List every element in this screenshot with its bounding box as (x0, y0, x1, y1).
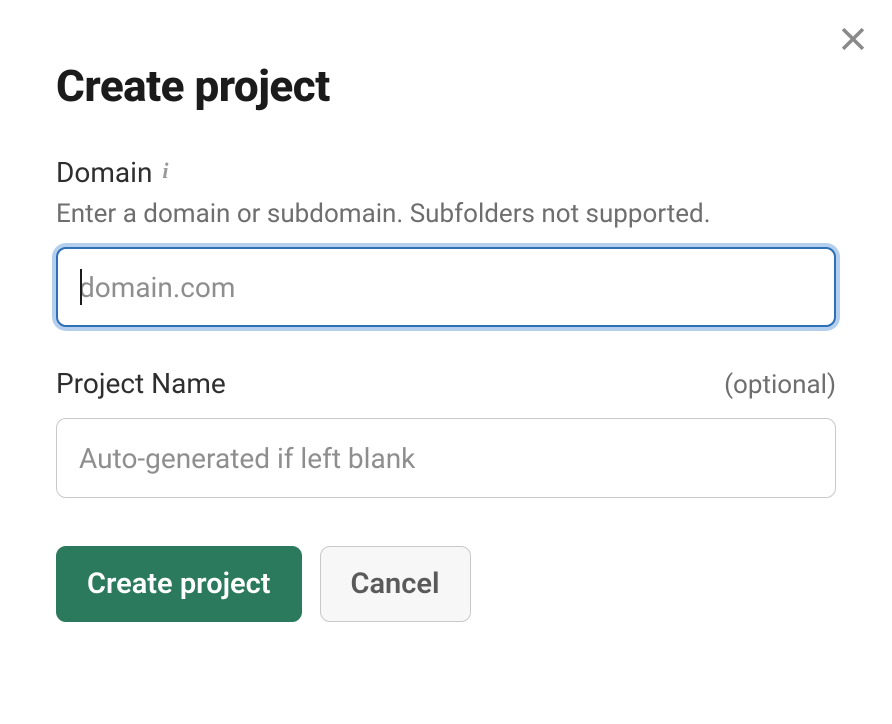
button-row: Create project Cancel (56, 546, 836, 622)
domain-label-text: Domain (56, 156, 152, 189)
domain-group: Domain i Enter a domain or subdomain. Su… (56, 156, 836, 327)
create-project-modal: Create project Domain i Enter a domain o… (0, 0, 892, 662)
optional-tag: (optional) (724, 370, 836, 400)
text-caret (80, 269, 82, 305)
domain-label: Domain i (56, 156, 169, 189)
project-name-label-text: Project Name (56, 367, 226, 400)
info-icon[interactable]: i (162, 160, 168, 182)
cancel-button[interactable]: Cancel (320, 546, 471, 622)
close-icon[interactable] (836, 22, 870, 60)
project-name-label: Project Name (56, 367, 226, 400)
domain-hint: Enter a domain or subdomain. Subfolders … (56, 199, 836, 229)
project-name-input[interactable] (56, 418, 836, 498)
project-name-group: Project Name (optional) (56, 367, 836, 498)
domain-input[interactable] (56, 247, 836, 327)
modal-title: Create project (56, 60, 836, 112)
create-project-button[interactable]: Create project (56, 546, 302, 622)
